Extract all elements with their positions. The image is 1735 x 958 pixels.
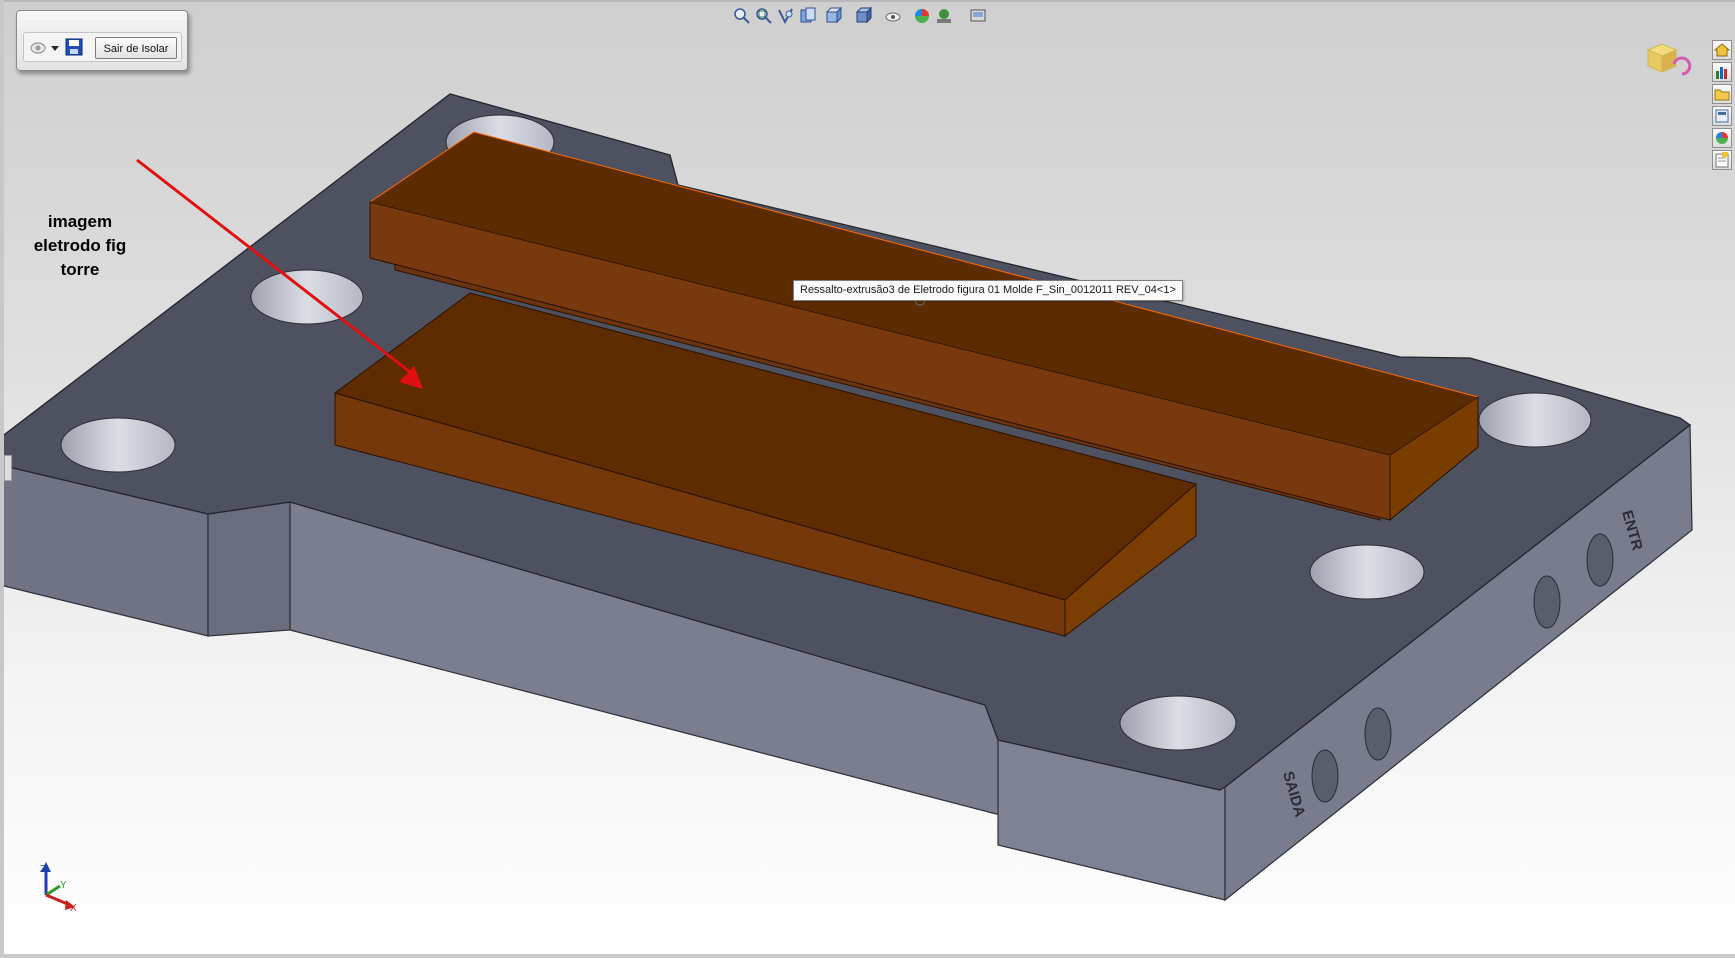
annotation-line: torre — [60, 260, 100, 279]
appearances-icon[interactable] — [1712, 128, 1732, 148]
side-hole — [1311, 749, 1339, 803]
panel-collapse-handle[interactable] — [4, 455, 12, 481]
mounting-hole — [60, 417, 176, 473]
previous-view-icon[interactable] — [776, 6, 796, 26]
feature-tooltip: Ressalto-extrusão3 de Eletrodo figura 01… — [793, 280, 1183, 301]
view-cube-icon[interactable] — [1646, 43, 1692, 76]
annotation-text: imagem eletrodo fig torre — [20, 210, 140, 282]
side-hole — [1586, 533, 1614, 587]
hide-show-items-icon[interactable] — [884, 6, 904, 26]
apply-scene-icon[interactable] — [934, 6, 954, 26]
mounting-hole — [1119, 695, 1237, 751]
mounting-hole — [1478, 392, 1592, 448]
side-hole — [1533, 575, 1561, 629]
visibility-dropdown-icon[interactable] — [28, 38, 60, 58]
zoom-to-fit-icon[interactable] — [732, 6, 752, 26]
side-hole — [1364, 707, 1392, 761]
window-bottom-edge — [0, 954, 1735, 958]
mounting-hole — [250, 269, 364, 325]
annotation-line: eletrodo fig — [33, 236, 127, 255]
save-disk-icon[interactable] — [65, 38, 83, 56]
mounting-hole — [1309, 544, 1425, 600]
view-settings-icon[interactable] — [968, 6, 988, 26]
triad-label-x: X — [70, 903, 77, 914]
edit-appearance-icon[interactable] — [912, 6, 932, 26]
view-palette-icon[interactable] — [1712, 106, 1732, 126]
annotation-line: imagem — [47, 212, 113, 231]
window-top-edge — [0, 0, 1735, 2]
zoom-area-icon[interactable] — [754, 6, 774, 26]
display-style-icon[interactable] — [854, 6, 874, 26]
exit-isolate-button[interactable]: Sair de Isolar — [95, 37, 177, 59]
custom-properties-icon[interactable] — [1712, 150, 1732, 170]
view-orientation-icon[interactable] — [824, 6, 844, 26]
graphics-area[interactable]: ENTR SAIDA Z Y X Sair de Isolar Ressalto… — [0, 0, 1735, 958]
section-view-icon[interactable] — [798, 6, 818, 26]
model-view[interactable]: ENTR SAIDA Z Y X — [0, 0, 1735, 958]
triad-label-z: Z — [40, 864, 46, 875]
file-explorer-icon[interactable] — [1712, 84, 1732, 104]
plate-front-recess-face[interactable] — [207, 501, 291, 637]
home-icon[interactable] — [1712, 40, 1732, 60]
triad-label-y: Y — [60, 880, 67, 891]
design-library-icon[interactable] — [1712, 62, 1732, 82]
